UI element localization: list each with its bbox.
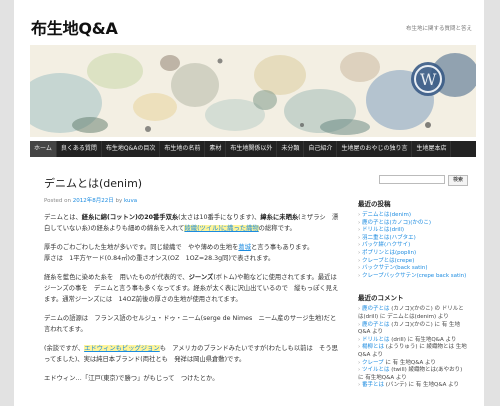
paragraph-thickness: 厚手のごわごわした生地が多いです。同じ綾織で やや薄めの生地を葛城と言う事もあり… <box>44 242 339 264</box>
paragraph-aside: (余談ですが、エドウィンもビッグジョンも アメリカのブランドみたいですが(わたし… <box>44 343 339 365</box>
recent-comment: 鹿の子とは (カノコ)(かのこ) の ドリルとは(drill) に デニムとは(… <box>358 306 468 321</box>
comment-author-link[interactable]: クレープ <box>362 360 384 366</box>
recent-post-link[interactable]: パッケ絣(ハクサイ) <box>358 242 468 250</box>
nav-item-faq[interactable]: 良くある質問 <box>57 141 102 157</box>
nav-item-other-topics[interactable]: 布生地関係以外 <box>226 141 278 157</box>
text: の総称です。 <box>258 225 296 232</box>
wordpress-logo-icon: W <box>411 62 445 96</box>
recent-comments-list: 鹿の子とは (カノコ)(かのこ) の ドリルとは(drill) に デニムとは(… <box>358 306 468 390</box>
main-navigation: ホーム 良くある質問 布生地Q&Aの目次 布生地の名前 素材 布生地関係以外 未… <box>30 141 476 157</box>
recent-comment: 楊柳とは (ようりゅう) に 綾織物とは 生地Q&A より <box>358 344 468 359</box>
page: 布生地Q&A 布生地に関する質問と答え W ホーム 良くある質問 布生地Q&Aの… <box>14 0 484 406</box>
text: 厚手のごわごわした生地が多いです。同じ綾織で やや薄めの生地を <box>44 244 239 251</box>
recent-comment: ツイルとは (twill) 綾織物とは(あやおり) に 有生地Q&A より <box>358 367 468 382</box>
recent-post-link[interactable]: デニムとは(denim) <box>358 212 468 220</box>
recent-post-link[interactable]: ドリルとは(drill) <box>358 227 468 235</box>
nav-item-materials[interactable]: 素材 <box>205 141 227 157</box>
text: (余談ですが、 <box>44 345 85 352</box>
post-content: デニムとは(denim) Posted on 2012年8月22日 by kuv… <box>44 175 339 384</box>
comment-author-link[interactable]: ドリルとは <box>362 337 390 343</box>
site-title[interactable]: 布生地Q&A <box>31 15 118 39</box>
nav-item-home[interactable]: ホーム <box>30 141 57 157</box>
comment-text: に 有 生地Q&A より <box>385 359 436 366</box>
paragraph-etymology: デニムの語源は フランス語のセルジュ・ドゥ・ニーム(serge de Nimes… <box>44 315 337 333</box>
bold-text: ジーンズ <box>188 274 214 281</box>
text: 厚さは 1平方ヤード(0.84㎡)の重さオンス(OZ 1OZ=28.3g同)で表… <box>44 255 275 262</box>
recent-comments-title: 最近のコメント <box>358 294 404 303</box>
text: と言う事もあります。 <box>250 244 314 251</box>
search-input[interactable] <box>378 175 445 184</box>
recent-posts-title: 最近の投稿 <box>358 200 391 208</box>
header-banner-image: W <box>30 45 476 137</box>
bold-text: 経糸に綿(コットン)の20番手双糸 <box>81 214 179 221</box>
recent-comment: 鹿の子とは (カノコ)(かのこ) に 有 生地Q&A より <box>358 322 468 337</box>
search-button[interactable]: 検索 <box>447 175 468 186</box>
nav-item-about[interactable]: 自己紹介 <box>304 141 338 157</box>
paragraph-usage: 経糸を藍色に染めた糸を 用いたものが代表的で、ジーンズ(ボトム)や鞄などに使用さ… <box>44 272 339 305</box>
recent-post-link[interactable]: ポプリンとは(poplin) <box>358 250 468 258</box>
comment-author-link[interactable]: 楊柳とは <box>362 344 384 350</box>
comment-author-link[interactable]: 鹿の子とは <box>362 306 390 312</box>
sidebar: 検索 最近の投稿 デニムとは(denim) 鹿の子とは(カノコ)(かのこ) ドリ… <box>358 175 468 390</box>
comment-text: (バンテ) に 有 生地Q&A より <box>385 382 460 389</box>
svg-text:W: W <box>420 70 437 89</box>
search-form: 検索 <box>358 175 468 186</box>
text: デニムとは、 <box>44 214 82 221</box>
twill-link[interactable]: 綾織(ツイル)に織った織物 <box>184 225 259 232</box>
nav-item-store[interactable]: 生地屋本店 <box>412 141 452 157</box>
post-title[interactable]: デニムとは(denim) <box>44 175 339 191</box>
comment-author-link[interactable]: 鹿の子とは <box>362 322 390 328</box>
nav-item-fabric-names[interactable]: 布生地の名前 <box>160 141 206 157</box>
author-link[interactable]: kuva <box>124 198 137 204</box>
comment-author-link[interactable]: 番手とは <box>362 382 384 388</box>
katsuragi-link[interactable]: 葛城 <box>238 244 251 251</box>
recent-posts-list: デニムとは(denim) 鹿の子とは(カノコ)(かのこ) ドリルとは(drill… <box>358 212 468 280</box>
site-tagline: 布生地に関する質問と答え <box>405 26 472 32</box>
paragraph-edwin: エドウィン…「江戸(東京)で勝つ」がもじって つけたとか。 <box>44 375 219 382</box>
text: (太さは10番手になります)、 <box>178 214 261 221</box>
by-label: by <box>115 198 123 204</box>
recent-comment: クレープ に 有 生地Q&A より <box>358 360 468 368</box>
nav-item-contents[interactable]: 布生地Q&Aの目次 <box>102 141 161 157</box>
text: 経糸を藍色に染めた糸を 用いたものが代表的で、 <box>44 274 189 281</box>
comment-author-link[interactable]: ツイルとは <box>362 367 390 373</box>
posted-on-label: Posted on <box>44 198 71 204</box>
recent-comment: 番手とは (バンテ) に 有 生地Q&A より <box>358 382 468 390</box>
post-date-link[interactable]: 2012年8月22日 <box>73 198 114 204</box>
post-meta: Posted on 2012年8月22日 by kuva <box>44 196 339 204</box>
comment-text: (drill) に 有生地Q&A より <box>391 336 457 343</box>
recent-post-link[interactable]: バックサテン(back satin) <box>358 265 468 273</box>
brand-link[interactable]: エドウィンもビッグジョン <box>84 345 160 352</box>
bold-text: 緯糸に未晒糸 <box>260 214 299 221</box>
nav-item-uncategorized[interactable]: 未分類 <box>277 141 305 157</box>
nav-item-blog[interactable]: 生地屋のおやじの独り言 <box>337 141 413 157</box>
paragraph-definition: デニムとは、経糸に綿(コットン)の20番手双糸(太さは10番手になります)、緯糸… <box>44 212 339 234</box>
recent-post-link[interactable]: クレープバックサテン(crepe back satin) <box>358 273 468 281</box>
